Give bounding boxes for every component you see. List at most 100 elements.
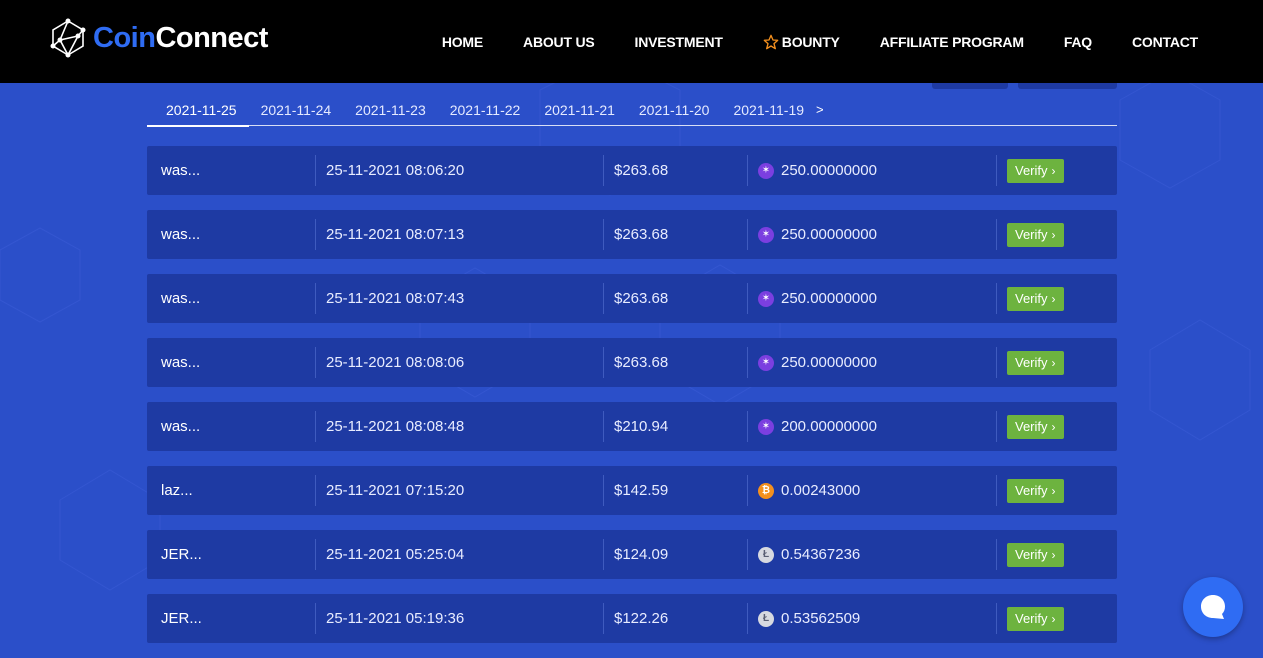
table-row: was... 25-11-2021 08:07:43 $263.68 ✶ 250.…	[147, 274, 1117, 323]
tx-user: was...	[161, 226, 201, 243]
tx-amount: 0.00243000	[781, 482, 861, 499]
nav-contact[interactable]: CONTACT	[1132, 34, 1198, 50]
column-divider	[315, 475, 316, 506]
hidden-control-right	[1018, 83, 1117, 89]
column-divider	[747, 347, 748, 378]
tx-amount: 250.00000000	[781, 290, 877, 307]
nav-home[interactable]: HOME	[442, 34, 483, 50]
nav-about-us[interactable]: ABOUT US	[523, 34, 595, 50]
column-divider	[996, 411, 997, 442]
tab-date-2021-11-25[interactable]: 2021-11-25	[147, 102, 249, 127]
verify-button[interactable]: Verify ›	[1007, 286, 1064, 311]
chat-bubble-icon	[1201, 595, 1225, 619]
chevron-right-icon: ›	[1051, 355, 1056, 370]
tab-date-2021-11-19[interactable]: 2021-11-19	[721, 102, 816, 125]
top-navbar: CoinConnect HOME ABOUT US INVESTMENT BOU…	[0, 0, 1263, 83]
column-divider	[747, 155, 748, 186]
verify-button[interactable]: Verify ›	[1007, 222, 1064, 247]
column-divider	[996, 539, 997, 570]
column-divider	[315, 283, 316, 314]
tx-amount: 250.00000000	[781, 162, 877, 179]
verify-button[interactable]: Verify ›	[1007, 158, 1064, 183]
column-divider	[603, 219, 604, 250]
column-divider	[747, 219, 748, 250]
column-divider	[603, 283, 604, 314]
column-divider	[747, 475, 748, 506]
table-row: JER... 25-11-2021 05:19:36 $122.26 Ł 0.53…	[147, 594, 1117, 643]
tx-user: JER...	[161, 546, 202, 563]
tx-user: JER...	[161, 610, 202, 627]
chat-widget-button[interactable]	[1183, 577, 1243, 637]
tab-date-2021-11-24[interactable]: 2021-11-24	[249, 102, 344, 125]
tx-time: 25-11-2021 08:07:13	[326, 226, 465, 243]
column-divider	[747, 283, 748, 314]
brand-name-part1: Coin	[93, 21, 156, 54]
chevron-right-icon: ›	[1051, 611, 1056, 626]
nav-bounty[interactable]: BOUNTY	[763, 34, 840, 50]
brand-name-part2: Connect	[155, 21, 268, 54]
tx-time: 25-11-2021 08:08:48	[326, 418, 465, 435]
column-divider	[996, 283, 997, 314]
tab-date-2021-11-22[interactable]: 2021-11-22	[438, 102, 533, 125]
table-row: was... 25-11-2021 08:08:06 $263.68 ✶ 250.…	[147, 338, 1117, 387]
chevron-right-icon: ›	[1051, 227, 1056, 242]
tx-amount: 250.00000000	[781, 354, 877, 371]
column-divider	[603, 155, 604, 186]
chevron-right-icon: ›	[1051, 291, 1056, 306]
column-divider	[315, 155, 316, 186]
column-divider	[996, 475, 997, 506]
tabs-next-arrow[interactable]: >	[816, 102, 830, 125]
nav-faq[interactable]: FAQ	[1064, 34, 1092, 50]
stellar-icon: ✶	[758, 290, 774, 307]
tx-time: 25-11-2021 08:07:43	[326, 290, 465, 307]
main-nav: HOME ABOUT US INVESTMENT BOUNTY AFFILIAT…	[402, 0, 1198, 83]
tx-usd: $124.09	[614, 546, 669, 563]
verify-button[interactable]: Verify ›	[1007, 478, 1064, 503]
verify-button[interactable]: Verify ›	[1007, 350, 1064, 375]
table-row: laz... 25-11-2021 07:15:20 $142.59 ₿ 0.00…	[147, 466, 1117, 515]
verify-button[interactable]: Verify ›	[1007, 414, 1064, 439]
tab-date-2021-11-20[interactable]: 2021-11-20	[627, 102, 722, 125]
tx-time: 25-11-2021 05:25:04	[326, 546, 465, 563]
column-divider	[315, 347, 316, 378]
bitcoin-icon: ₿	[758, 482, 774, 499]
table-row: was... 25-11-2021 08:07:13 $263.68 ✶ 250.…	[147, 210, 1117, 259]
stellar-icon: ✶	[758, 418, 774, 435]
chevron-right-icon: ›	[1051, 163, 1056, 178]
nav-investment[interactable]: INVESTMENT	[635, 34, 723, 50]
chevron-right-icon: ›	[1051, 419, 1056, 434]
tx-usd: $122.26	[614, 610, 669, 627]
table-row: JER... 25-11-2021 05:25:04 $124.09 Ł 0.54…	[147, 530, 1117, 579]
tx-usd: $263.68	[614, 354, 669, 371]
tx-usd: $263.68	[614, 226, 669, 243]
column-divider	[603, 603, 604, 634]
tab-date-2021-11-21[interactable]: 2021-11-21	[532, 102, 627, 125]
tx-amount: 200.00000000	[781, 418, 877, 435]
column-divider	[747, 603, 748, 634]
verify-button[interactable]: Verify ›	[1007, 606, 1064, 631]
tx-amount: 250.00000000	[781, 226, 877, 243]
tx-time: 25-11-2021 05:19:36	[326, 610, 465, 627]
nav-affiliate-program[interactable]: AFFILIATE PROGRAM	[880, 34, 1024, 50]
tx-user: laz...	[161, 482, 193, 499]
column-divider	[315, 219, 316, 250]
star-icon	[763, 34, 779, 49]
column-divider	[603, 347, 604, 378]
tx-user: was...	[161, 162, 201, 179]
litecoin-icon: Ł	[758, 610, 774, 627]
brand-logo[interactable]: CoinConnect	[48, 18, 268, 58]
column-divider	[996, 219, 997, 250]
tx-time: 25-11-2021 08:06:20	[326, 162, 465, 179]
tx-usd: $263.68	[614, 162, 669, 179]
network-logo-icon	[50, 18, 86, 58]
verify-button[interactable]: Verify ›	[1007, 542, 1064, 567]
column-divider	[603, 411, 604, 442]
tx-usd: $263.68	[614, 290, 669, 307]
column-divider	[996, 603, 997, 634]
date-tabs: 2021-11-25 2021-11-24 2021-11-23 2021-11…	[147, 96, 1117, 127]
column-divider	[603, 539, 604, 570]
tx-user: was...	[161, 418, 201, 435]
tab-date-2021-11-23[interactable]: 2021-11-23	[343, 102, 438, 125]
column-divider	[996, 155, 997, 186]
stellar-icon: ✶	[758, 354, 774, 371]
